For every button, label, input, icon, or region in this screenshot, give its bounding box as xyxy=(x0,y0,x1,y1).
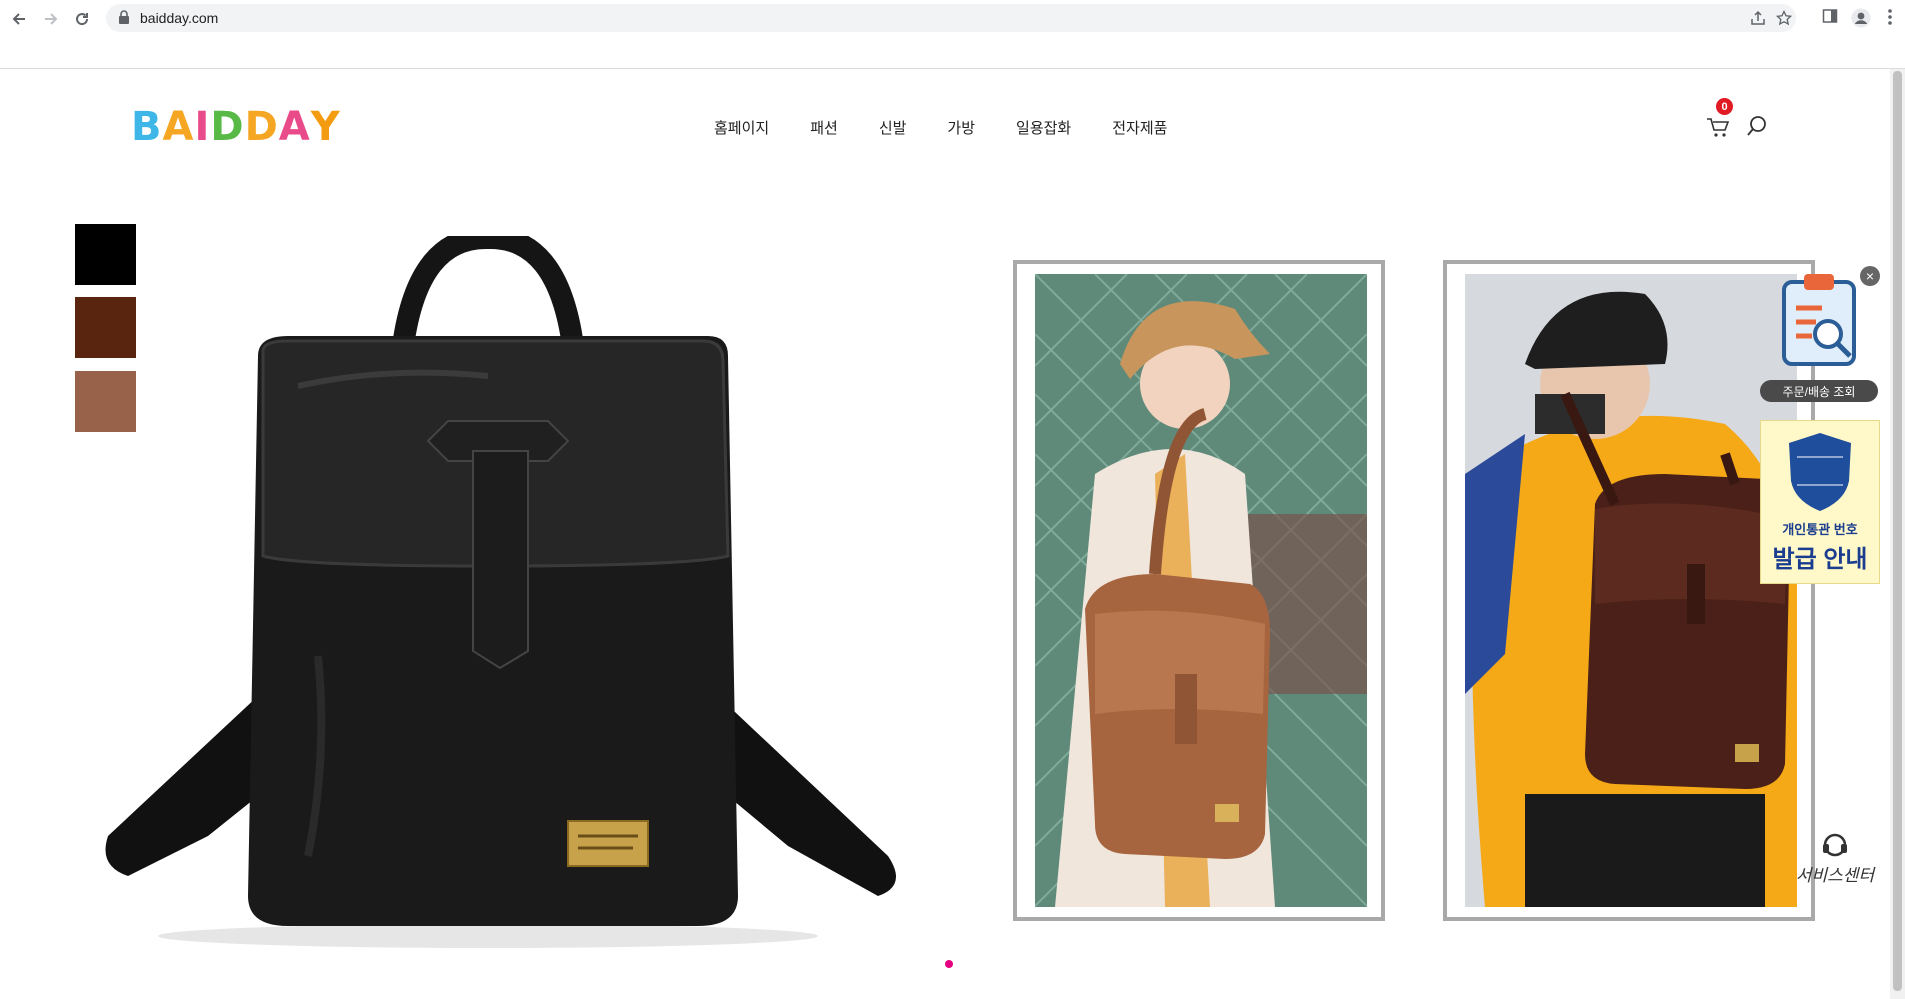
main-product-image[interactable] xyxy=(88,227,918,961)
service-center-label: 서비스센터 xyxy=(1795,866,1875,885)
customs-id-banner[interactable]: 개인통관 번호 발급 안내 xyxy=(1760,420,1880,584)
menu-item-daily-goods[interactable]: 일용잡화 xyxy=(1016,117,1071,138)
reload-icon[interactable] xyxy=(71,8,93,30)
profile-icon[interactable] xyxy=(1851,8,1871,33)
cart-icon[interactable] xyxy=(1706,117,1730,139)
main-menu: 홈페이지 패션 신발 가방 일용잡화 전자제품 xyxy=(714,117,1208,138)
scrollbar-thumb[interactable] xyxy=(1893,71,1902,991)
menu-item-shoes[interactable]: 신발 xyxy=(879,117,907,138)
lock-icon xyxy=(118,10,130,29)
customs-shield-icon xyxy=(1789,433,1851,511)
menu-item-electronics[interactable]: 전자제품 xyxy=(1112,117,1167,138)
url-text: baidday.com xyxy=(140,10,219,26)
slider-dot[interactable] xyxy=(945,960,953,968)
sidepanel-icon[interactable] xyxy=(1822,8,1838,29)
star-icon[interactable] xyxy=(1775,9,1793,31)
logo-letter: D xyxy=(210,104,245,150)
lifestyle-photo-man[interactable] xyxy=(1443,260,1815,921)
logo-letter: I xyxy=(194,104,211,150)
menu-icon[interactable] xyxy=(1887,8,1893,31)
order-tracking-button[interactable]: 주문/배송 조회 xyxy=(1760,380,1878,402)
logo-letter: B xyxy=(131,104,163,150)
headset-icon xyxy=(1823,833,1847,857)
service-center[interactable]: 서비스센터 xyxy=(1790,830,1880,886)
customs-line-2: 발급 안내 xyxy=(1772,546,1868,573)
share-icon[interactable] xyxy=(1750,10,1766,31)
close-icon[interactable]: × xyxy=(1860,266,1880,286)
cart-count-badge: 0 xyxy=(1716,98,1733,115)
search-icon[interactable] xyxy=(1746,115,1768,142)
logo-letter: A xyxy=(162,104,195,150)
scrollbar[interactable] xyxy=(1890,69,1905,999)
browser-chrome: baidday.com xyxy=(0,0,1905,69)
logo-letter: Y xyxy=(310,104,341,150)
menu-item-fashion[interactable]: 패션 xyxy=(810,117,838,138)
logo-letter: A xyxy=(278,104,311,150)
back-icon[interactable] xyxy=(8,8,30,30)
menu-item-home[interactable]: 홈페이지 xyxy=(714,117,769,138)
lifestyle-photo-woman[interactable] xyxy=(1013,260,1385,921)
customs-line-1: 개인통관 번호 xyxy=(1782,522,1858,537)
address-bar[interactable]: baidday.com xyxy=(106,4,1796,32)
logo-letter: D xyxy=(244,104,279,150)
clipboard-search-icon[interactable] xyxy=(1778,272,1860,373)
forward-icon[interactable] xyxy=(40,8,62,30)
menu-item-bags[interactable]: 가방 xyxy=(947,117,975,138)
site-logo[interactable]: BAIDDAY xyxy=(131,104,341,150)
